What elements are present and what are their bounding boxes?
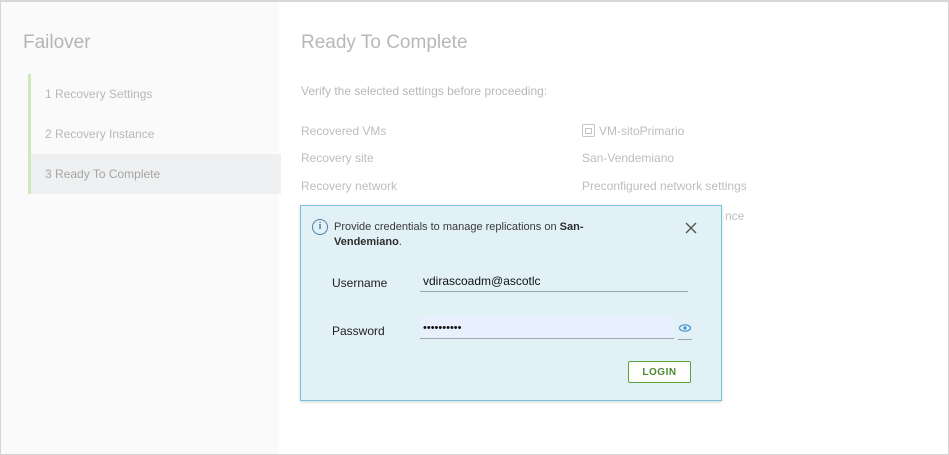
- page-subtitle: Verify the selected settings before proc…: [301, 84, 548, 98]
- summary-label: Recovered VMs: [301, 124, 387, 138]
- vm-icon: [582, 124, 595, 137]
- credentials-popover: i Provide credentials to manage replicat…: [300, 205, 722, 401]
- obscured-summary-text: nce: [725, 209, 745, 223]
- summary-value-text: VM-sitoPrimario: [599, 124, 685, 138]
- password-input[interactable]: [420, 317, 674, 339]
- step-recovery-settings[interactable]: 1 Recovery Settings: [31, 74, 281, 114]
- username-label: Username: [332, 276, 388, 290]
- step-recovery-instance[interactable]: 2 Recovery Instance: [31, 114, 281, 154]
- eye-icon[interactable]: [678, 317, 692, 340]
- page-title: Ready To Complete: [301, 32, 468, 53]
- info-icon: i: [312, 219, 328, 235]
- wizard-sidebar: Failover 1 Recovery Settings 2 Recovery …: [1, 2, 281, 454]
- wizard-title: Failover: [23, 32, 91, 53]
- message-suffix: .: [398, 236, 402, 248]
- summary-value: Preconfigured network settings: [582, 179, 747, 193]
- step-ready-to-complete[interactable]: 3 Ready To Complete: [31, 154, 281, 194]
- summary-label: Recovery site: [301, 151, 374, 165]
- close-icon[interactable]: [683, 220, 699, 236]
- password-label: Password: [332, 324, 385, 338]
- summary-value: VM-sitoPrimario: [582, 124, 684, 138]
- summary-label: Recovery network: [301, 179, 398, 193]
- failover-wizard-window: Failover 1 Recovery Settings 2 Recovery …: [0, 0, 949, 455]
- login-button[interactable]: LOGIN: [628, 361, 691, 383]
- summary-row-recovery-network: Recovery network Preconfigured network s…: [301, 179, 781, 195]
- username-input[interactable]: [420, 270, 688, 292]
- summary-row-recovered-vms: Recovered VMs VM-sitoPrimario: [301, 124, 781, 140]
- summary-value: San-Vendemiano: [582, 151, 675, 165]
- wizard-steps: 1 Recovery Settings 2 Recovery Instance …: [28, 74, 281, 194]
- credentials-message: Provide credentials to manage replicatio…: [334, 220, 634, 250]
- message-text: Provide credentials to manage replicatio…: [334, 221, 560, 233]
- summary-row-recovery-site: Recovery site San-Vendemiano: [301, 151, 781, 167]
